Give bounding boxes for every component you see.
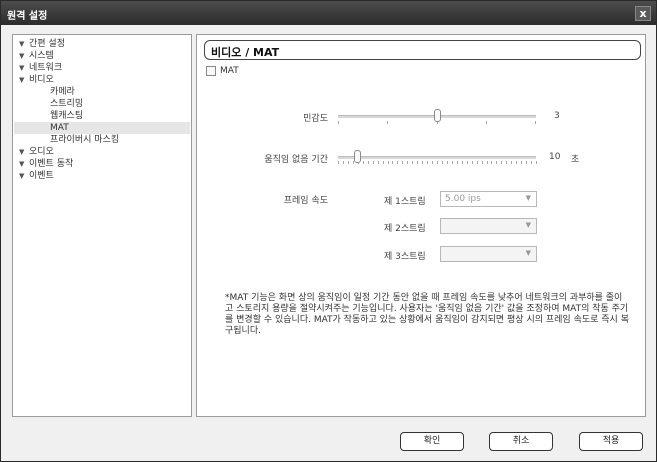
mat-checkbox[interactable] [206,66,216,76]
apply-button[interactable]: 적용 [579,432,643,451]
slider-tick [407,161,408,164]
tree-item-webcasting[interactable]: 웹캐스팅 [50,110,83,122]
mat-settings-panel: 비디오 / MAT MAT 민감도 3 움직임 없음 기간 10 초 프레임 속… [196,34,646,417]
cancel-button[interactable]: 취소 [489,432,553,451]
tree-item-system[interactable]: ▼ 시스템 [19,50,54,62]
slider-tick [432,161,433,164]
tree-item-easy-setup[interactable]: ▼ 간편 설정 [19,38,65,50]
slider-tick [462,161,463,164]
window-title: 원격 설정 [7,11,48,22]
slider-tick [383,161,384,164]
slider-tick [501,161,502,164]
slider-tick [427,161,428,164]
no-motion-unit: 초 [571,155,580,165]
slider-tick [338,161,339,164]
settings-tree: ▼ 간편 설정 ▼ 시스템 ▼ 네트워크 ▼ 비디오 카메라 스트리밍 웹캐스팅 MAT… [12,34,192,417]
slider-tick [472,161,473,164]
close-button[interactable]: x [635,6,651,21]
tree-item-video[interactable]: ▼ 비디오 [19,74,54,86]
expand-arrow-icon: ▼ [19,64,25,72]
slider-tick [378,161,379,164]
slider-tick [417,161,418,164]
frame-rate-label: 프레임 속도 [283,196,328,206]
sensitivity-slider-thumb[interactable] [433,109,441,122]
slider-tick [486,121,487,124]
no-motion-slider-thumb[interactable] [354,150,362,163]
expand-arrow-icon: ▼ [19,160,25,168]
slider-tick [482,161,483,164]
slider-tick [452,161,453,164]
slider-tick [338,121,339,124]
slider-tick [477,161,478,164]
slider-tick [457,161,458,164]
sensitivity-value: 3 [554,111,560,121]
expand-arrow-icon: ▼ [19,52,25,60]
slider-tick [511,161,512,164]
sensitivity-label: 민감도 [303,114,328,124]
slider-tick [447,161,448,164]
slider-tick [388,161,389,164]
slider-tick [412,161,413,164]
confirm-button[interactable]: 확인 [400,432,464,451]
slider-tick [422,161,423,164]
no-motion-slider-track[interactable] [338,156,536,159]
mat-description-note: *MAT 기능은 화면 상의 움직임이 일정 기간 동안 없을 때 프레임 속도… [225,293,629,336]
tree-item-event-action[interactable]: ▼ 이벤트 동작 [19,158,73,170]
stream3-label: 제 3스트림 [384,252,426,262]
slider-tick [467,161,468,164]
section-title: 비디오 / MAT [211,46,280,59]
slider-tick [442,161,443,164]
slider-tick [491,161,492,164]
mat-checkbox-label: MAT [220,66,239,76]
remote-settings-window: 원격 설정 x ▼ 간편 설정 ▼ 시스템 ▼ 네트워크 ▼ 비디오 카메라 스트리밍 … [0,0,657,462]
tree-item-camera[interactable]: 카메라 [50,86,75,98]
slider-tick [506,161,507,164]
expand-arrow-icon: ▼ [19,40,25,48]
stream1-frame-rate-select[interactable]: 5.00 ips ▼ [440,191,537,207]
slider-tick [397,161,398,164]
section-header: 비디오 / MAT [204,40,641,60]
tree-item-mat[interactable]: MAT [14,122,190,134]
slider-tick [437,161,438,164]
slider-tick [348,161,349,164]
slider-tick [516,161,517,164]
expand-arrow-icon: ▼ [19,76,25,84]
slider-tick [536,161,537,164]
tree-item-audio[interactable]: ▼ 오디오 [19,146,54,158]
slider-tick [487,161,488,164]
slider-tick [526,161,527,164]
chevron-down-icon: ▼ [525,221,531,229]
tree-item-event[interactable]: ▼ 이벤트 [19,170,54,182]
chevron-down-icon: ▼ [525,249,531,257]
stream2-frame-rate-select[interactable]: ▼ [440,218,537,234]
stream1-label: 제 1스트림 [384,197,426,207]
expand-arrow-icon: ▼ [19,148,25,156]
no-motion-period-label: 움직임 없음 기간 [264,155,328,165]
slider-tick [363,161,364,164]
expand-arrow-icon: ▼ [19,172,25,180]
slider-tick [368,161,369,164]
stream2-label: 제 2스트림 [384,224,426,234]
tree-item-privacy-masking[interactable]: 프라이버시 마스킹 [50,134,119,146]
no-motion-value: 10 [549,152,561,162]
slider-tick [392,161,393,164]
slider-tick [402,161,403,164]
slider-tick [343,161,344,164]
slider-tick [535,121,536,124]
title-bar: 원격 설정 x [1,1,656,25]
tree-item-streaming[interactable]: 스트리밍 [50,98,83,110]
slider-tick [531,161,532,164]
slider-tick [496,161,497,164]
slider-tick [521,161,522,164]
chevron-down-icon: ▼ [525,194,531,202]
slider-tick [387,121,388,124]
stream3-frame-rate-select[interactable]: ▼ [440,246,537,262]
tree-item-network[interactable]: ▼ 네트워크 [19,62,62,74]
slider-tick [373,161,374,164]
